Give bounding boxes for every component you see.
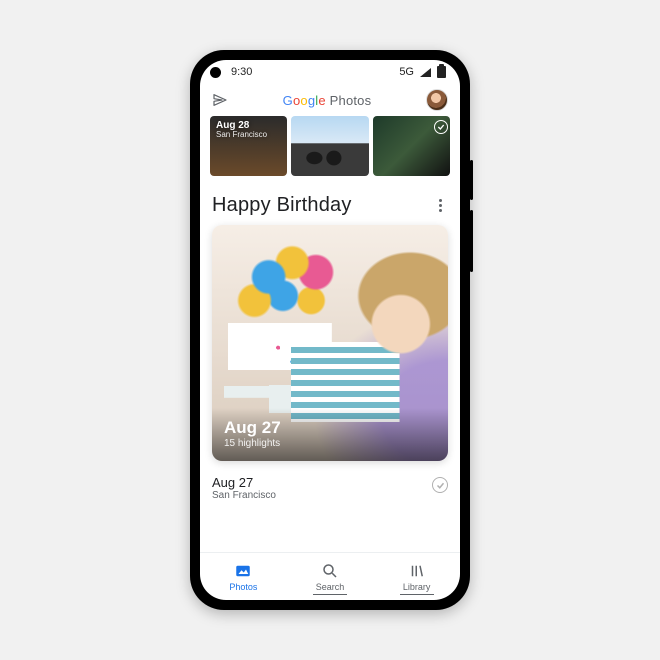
highlight-date: Aug 27 xyxy=(224,418,436,438)
tab-label: Search xyxy=(316,582,345,592)
main-content: Happy Birthday Aug 27 15 highlights Aug … xyxy=(200,176,460,552)
account-avatar[interactable] xyxy=(426,89,448,111)
day-section-header: Aug 27 San Francisco xyxy=(212,475,448,501)
section-date: Aug 27 xyxy=(212,475,432,490)
library-icon xyxy=(408,562,426,580)
status-time: 9:30 xyxy=(231,66,252,78)
battery-icon xyxy=(437,66,446,78)
tab-photos[interactable]: Photos xyxy=(200,553,287,600)
tab-search[interactable]: Search xyxy=(287,553,374,600)
app-header: Google Photos xyxy=(200,84,460,116)
highlight-subtitle: 15 highlights xyxy=(224,438,436,449)
status-network-label: 5G xyxy=(399,66,414,78)
section-location: San Francisco xyxy=(212,490,432,501)
bottom-nav: Photos Search Library xyxy=(200,552,460,600)
highlight-title: Happy Birthday xyxy=(212,194,432,217)
status-bar: 9:30 5G xyxy=(200,60,460,84)
memories-thumb[interactable] xyxy=(291,116,368,176)
photos-icon xyxy=(234,562,252,580)
signal-icon xyxy=(420,68,431,77)
highlight-card[interactable]: Aug 27 15 highlights xyxy=(212,225,448,461)
tab-underline xyxy=(400,594,434,595)
phone-frame: 9:30 5G Google Photos Aug 28 San Francis… xyxy=(190,50,470,610)
tab-label: Photos xyxy=(229,582,257,592)
screen: 9:30 5G Google Photos Aug 28 San Francis… xyxy=(200,60,460,600)
tab-library[interactable]: Library xyxy=(373,553,460,600)
memories-caption: Aug 28 San Francisco xyxy=(216,120,267,140)
backup-status-icon[interactable] xyxy=(432,477,448,493)
tab-label: Library xyxy=(403,582,431,592)
backup-status-icon[interactable] xyxy=(434,120,448,134)
app-title: Google Photos xyxy=(228,93,426,108)
tab-underline xyxy=(313,594,347,595)
overflow-menu-icon[interactable] xyxy=(432,199,448,212)
search-icon xyxy=(321,562,339,580)
phone-side-button xyxy=(470,210,473,272)
memories-strip: Aug 28 San Francisco xyxy=(200,116,460,176)
share-icon[interactable] xyxy=(212,92,228,108)
memories-thumb[interactable]: Aug 28 San Francisco xyxy=(210,116,287,176)
phone-side-button xyxy=(470,160,473,200)
camera-punch-hole xyxy=(210,67,221,78)
highlight-overlay: Aug 27 15 highlights xyxy=(212,408,448,461)
